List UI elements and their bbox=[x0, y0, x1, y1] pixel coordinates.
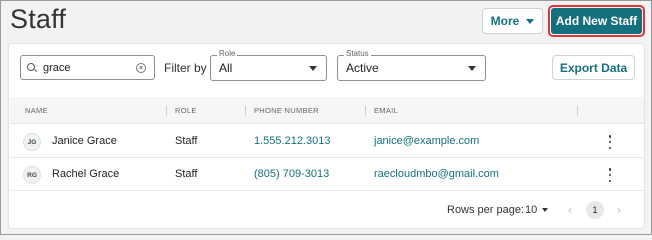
search-value: grace bbox=[43, 61, 71, 74]
table-row[interactable]: JG Janice Grace Staff 1.555.212.3013 jan… bbox=[10, 125, 644, 158]
more-button-label: More bbox=[490, 14, 520, 28]
column-divider bbox=[577, 106, 578, 116]
more-vert-icon[interactable] bbox=[607, 135, 613, 149]
prev-page-icon[interactable]: ‹ bbox=[564, 203, 576, 217]
staff-phone[interactable]: 1.555.212.3013 bbox=[254, 125, 330, 158]
staff-phone[interactable]: (805) 709-3013 bbox=[254, 158, 329, 191]
column-header-role[interactable]: ROLE bbox=[175, 97, 197, 124]
chevron-down-icon bbox=[526, 18, 535, 24]
column-divider bbox=[365, 106, 366, 116]
rows-per-page-select[interactable]: 10 bbox=[525, 204, 549, 216]
column-divider bbox=[166, 106, 167, 116]
add-new-staff-button[interactable]: Add New Staff bbox=[551, 8, 642, 34]
role-select-value: All bbox=[219, 61, 233, 75]
status-select-value: Active bbox=[346, 61, 379, 75]
staff-name[interactable]: Janice Grace bbox=[52, 125, 117, 158]
column-header-email[interactable]: EMAIL bbox=[374, 97, 398, 124]
staff-name[interactable]: Rachel Grace bbox=[52, 158, 119, 191]
chevron-down-icon bbox=[468, 65, 476, 71]
rows-per-page-value: 10 bbox=[525, 204, 538, 216]
avatar: RG bbox=[23, 166, 41, 184]
status-select[interactable]: Status Active bbox=[337, 49, 486, 81]
column-divider bbox=[245, 106, 246, 116]
avatar: JG bbox=[23, 133, 41, 151]
next-page-icon[interactable]: › bbox=[613, 203, 625, 217]
export-data-button[interactable]: Export Data bbox=[552, 55, 635, 80]
role-select-legend: Role bbox=[217, 49, 238, 58]
staff-email[interactable]: raecloudmbo@gmail.com bbox=[374, 158, 499, 191]
table-header: NAME ROLE PHONE NUMBER EMAIL bbox=[10, 97, 644, 124]
status-select-legend: Status bbox=[344, 49, 371, 58]
clear-search-icon[interactable] bbox=[136, 62, 146, 73]
column-header-phone[interactable]: PHONE NUMBER bbox=[254, 97, 319, 124]
staff-email[interactable]: janice@example.com bbox=[374, 125, 479, 158]
search-icon bbox=[27, 62, 37, 73]
staff-role: Staff bbox=[175, 135, 198, 147]
app-frame: Staff More Add New Staff grace Filter by… bbox=[0, 0, 652, 235]
column-header-name[interactable]: NAME bbox=[25, 97, 48, 124]
role-select[interactable]: Role All bbox=[210, 49, 327, 81]
more-button[interactable]: More bbox=[482, 8, 543, 34]
filter-by-label: Filter by bbox=[164, 61, 207, 75]
search-input[interactable]: grace bbox=[20, 55, 155, 80]
table-row[interactable]: RG Rachel Grace Staff (805) 709-3013 rae… bbox=[10, 158, 644, 191]
page-title: Staff bbox=[10, 4, 67, 34]
more-vert-icon[interactable] bbox=[607, 168, 613, 182]
chevron-down-icon bbox=[309, 65, 317, 71]
staff-role: Staff bbox=[175, 168, 198, 180]
rows-per-page-label: Rows per page: bbox=[447, 204, 525, 216]
staff-card: grace Filter by Role All Status Active E… bbox=[8, 43, 645, 229]
page-button[interactable]: 1 bbox=[586, 201, 604, 219]
chevron-down-icon bbox=[542, 208, 549, 212]
